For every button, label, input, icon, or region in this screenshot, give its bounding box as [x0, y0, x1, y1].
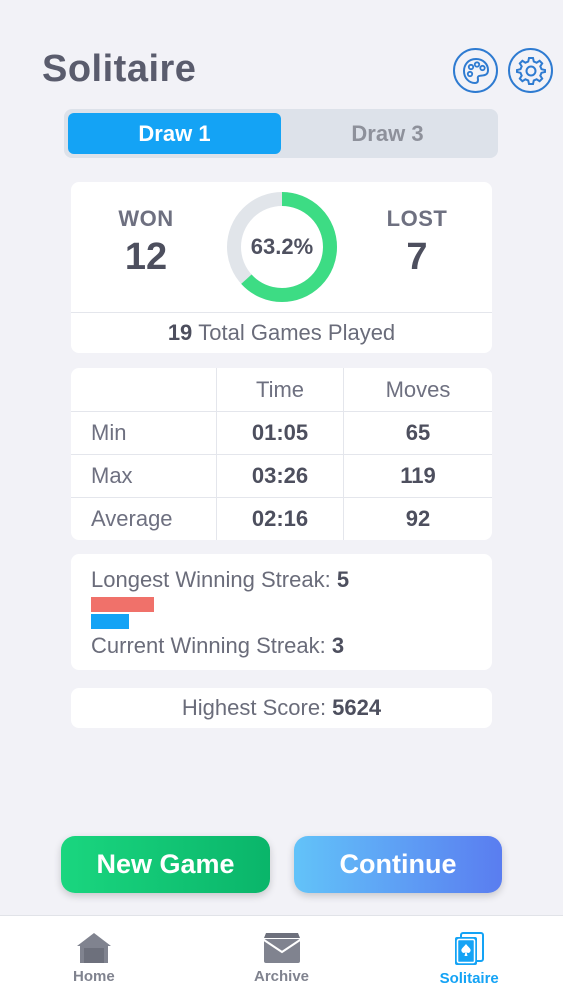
won-stat: WON 12: [71, 206, 221, 279]
highest-score-card: Highest Score: 5624: [71, 688, 492, 728]
longest-streak: Longest Winning Streak: 5: [91, 567, 349, 593]
nav-label: Home: [72, 968, 115, 985]
theme-button[interactable]: [453, 48, 498, 93]
table-row: Average 02:16 92: [71, 497, 492, 540]
table-header-empty: [71, 368, 217, 411]
current-streak: Current Winning Streak: 3: [91, 633, 344, 659]
total-games-label: Total Games Played: [198, 320, 396, 345]
longest-streak-bar: [91, 597, 154, 612]
draw-mode-selector: Draw 1 Draw 3: [64, 109, 498, 158]
nav-label: Solitaire: [439, 970, 499, 987]
highest-score-label: Highest Score:: [181, 695, 327, 720]
won-label: WON: [118, 206, 174, 231]
table-header-moves: Moves: [385, 376, 451, 402]
new-game-button[interactable]: New Game: [61, 836, 270, 893]
home-icon: [76, 933, 111, 963]
tab-draw-3[interactable]: Draw 3: [281, 113, 494, 154]
row-time: 02:16: [217, 498, 344, 540]
row-label: Average: [71, 498, 217, 540]
row-time: 03:26: [217, 455, 344, 497]
settings-button[interactable]: [508, 48, 553, 93]
current-streak-label: Current Winning Streak:: [91, 633, 326, 658]
row-moves: 92: [405, 506, 431, 531]
row-moves: 65: [405, 420, 431, 445]
row-moves: 119: [400, 463, 436, 488]
table-row: Max 03:26 119: [71, 454, 492, 497]
row-time: 01:05: [217, 412, 344, 454]
page-title: Solitaire: [42, 48, 197, 90]
time-moves-table: Time Moves Min 01:05 65 Max 03:26 119 Av…: [71, 368, 492, 540]
longest-streak-label: Longest Winning Streak:: [91, 567, 331, 592]
bottom-nav: Home Archive Solitaire: [0, 915, 563, 1000]
total-games-row: 19 Total Games Played: [71, 312, 492, 353]
row-label: Max: [71, 455, 217, 497]
table-row: Min 01:05 65: [71, 411, 492, 454]
table-header-row: Time Moves: [71, 368, 492, 411]
table-header-time: Time: [217, 368, 344, 411]
tab-draw-1[interactable]: Draw 1: [68, 113, 281, 154]
lost-value: 7: [406, 236, 428, 278]
gear-icon: [515, 56, 546, 85]
longest-streak-value: 5: [336, 567, 350, 592]
cards-icon: [455, 932, 485, 965]
header: Solitaire: [0, 0, 563, 110]
nav-item-archive[interactable]: Archive: [188, 916, 376, 1000]
won-value: 12: [124, 236, 168, 278]
palette-icon: [462, 57, 489, 84]
nav-item-solitaire[interactable]: Solitaire: [375, 916, 563, 1000]
win-loss-card: WON 12 63.2% LOST 7 19 Total Games Playe…: [71, 182, 492, 353]
row-label: Min: [71, 412, 217, 454]
lost-stat: LOST 7: [342, 206, 492, 279]
continue-button[interactable]: Continue: [294, 836, 502, 893]
win-percent: 63.2%: [250, 234, 314, 259]
nav-label: Archive: [253, 968, 310, 985]
total-games-value: 19: [167, 320, 193, 345]
lost-label: LOST: [386, 206, 448, 231]
current-streak-bar: [91, 614, 129, 629]
highest-score-value: 5624: [332, 695, 382, 720]
archive-icon: [262, 933, 301, 963]
current-streak-value: 3: [331, 633, 345, 658]
streak-card: Longest Winning Streak: 5 Current Winnin…: [71, 554, 492, 670]
nav-item-home[interactable]: Home: [0, 916, 188, 1000]
